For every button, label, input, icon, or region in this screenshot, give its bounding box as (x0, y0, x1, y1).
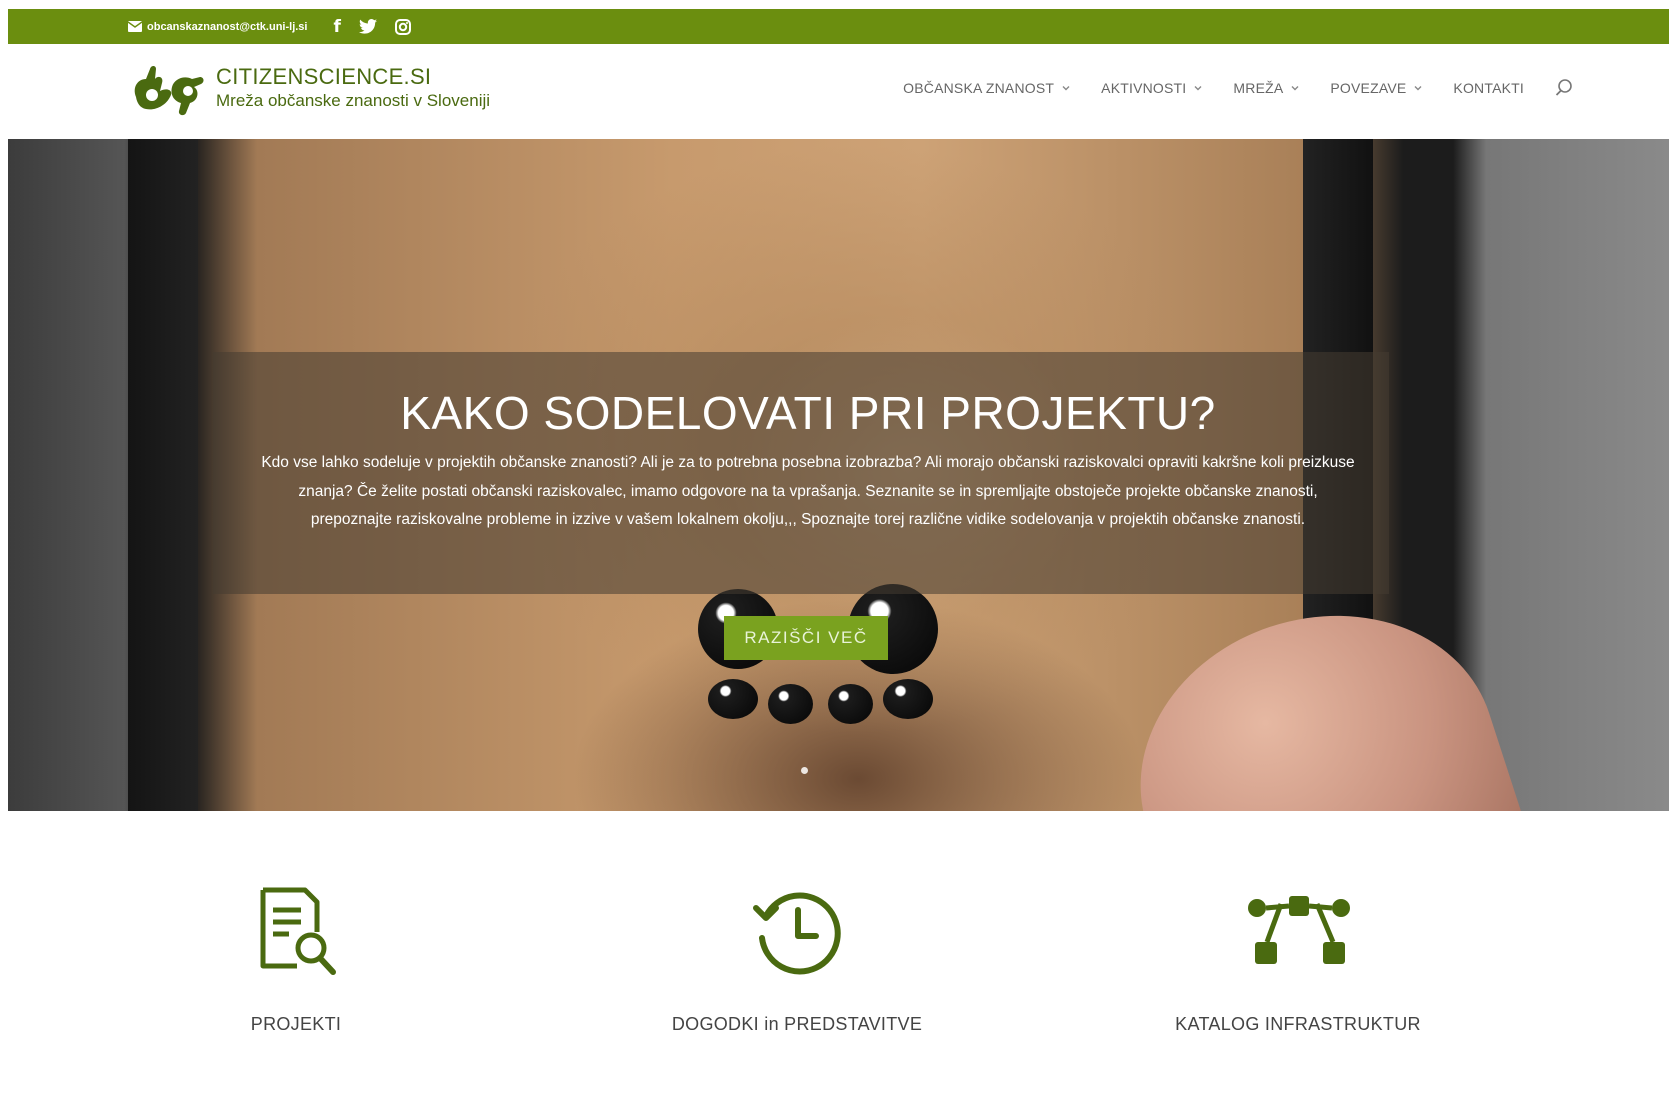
nav-item-obcanska-znanost[interactable]: OBČANSKA ZNANOST (903, 80, 1071, 96)
feature-katalog[interactable]: KATALOG INFRASTRUKTUR (1148, 886, 1448, 1035)
chevron-down-icon (1194, 86, 1202, 91)
nav-item-label: KONTAKTI (1453, 80, 1524, 96)
slider-dot[interactable] (801, 767, 808, 774)
nav-item-label: POVEZAVE (1330, 80, 1407, 96)
hero-title: KAKO SODELOVATI PRI PROJEKTU? (400, 387, 1216, 439)
email-link[interactable]: obcanskaznanost@ctk.uni-lj.si (128, 21, 307, 33)
hands-logo-icon[interactable] (128, 57, 206, 119)
site-brand[interactable]: CITIZENSCIENCE.SI Mreža občanske znanost… (216, 64, 490, 112)
features-section: PROJEKTI DOGODKI in PREDSTAVITVE KATALOG… (8, 811, 1669, 1093)
history-clock-icon (753, 892, 841, 975)
site-header: CITIZENSCIENCE.SI Mreža občanske znanost… (8, 44, 1669, 139)
nav-item-label: MREŽA (1233, 80, 1284, 96)
email-text: obcanskaznanost@ctk.uni-lj.si (147, 20, 308, 33)
explore-more-button[interactable]: RAZIŠČI VEČ (724, 616, 888, 660)
feature-label: PROJEKTI (250, 1014, 342, 1034)
nav-item-povezave[interactable]: POVEZAVE (1330, 80, 1423, 96)
network-nodes-icon (1248, 896, 1350, 964)
hero-text: Kdo vse lahko sodeluje v projektih občan… (261, 454, 1355, 528)
document-search-icon (260, 887, 336, 975)
site-title: CITIZENSCIENCE.SI (216, 64, 432, 89)
search-icon[interactable] (1554, 78, 1574, 98)
chevron-down-icon (1414, 86, 1422, 91)
feature-label: DOGODKI in PREDSTAVITVE (671, 1014, 923, 1034)
feature-projekti[interactable]: PROJEKTI (146, 886, 446, 1035)
instagram-link[interactable] (394, 18, 411, 35)
facebook-link[interactable]: f (333, 17, 340, 37)
twitter-icon (358, 19, 377, 34)
nav-item-aktivnosti[interactable]: AKTIVNOSTI (1101, 80, 1203, 96)
main-nav: OBČANSKA ZNANOST AKTIVNOSTI MREŽA POVEZA… (903, 78, 1574, 98)
twitter-link[interactable] (358, 19, 377, 34)
facebook-icon: f (333, 16, 341, 37)
site-subtitle: Mreža občanske znanosti v Sloveniji (216, 91, 491, 110)
nav-item-label: OBČANSKA ZNANOST (903, 80, 1055, 96)
hero-slider: KAKO SODELOVATI PRI PROJEKTU? Kdo vse la… (8, 139, 1669, 811)
hero-image-phone-edge (128, 139, 198, 811)
page: obcanskaznanost@ctk.uni-lj.si f CITIZENS… (8, 9, 1669, 1093)
nav-item-label: AKTIVNOSTI (1101, 80, 1187, 96)
chevron-down-icon (1291, 86, 1299, 91)
feature-label: KATALOG INFRASTRUKTUR (1175, 1014, 1421, 1034)
chevron-down-icon (1062, 86, 1070, 91)
instagram-icon (394, 18, 411, 35)
nav-item-kontakti[interactable]: KONTAKTI (1453, 80, 1524, 96)
nav-item-mreza[interactable]: MREŽA (1233, 80, 1300, 96)
top-bar: obcanskaznanost@ctk.uni-lj.si f (8, 9, 1669, 44)
feature-dogodki[interactable]: DOGODKI in PREDSTAVITVE (647, 886, 947, 1035)
envelope-icon (128, 21, 142, 32)
